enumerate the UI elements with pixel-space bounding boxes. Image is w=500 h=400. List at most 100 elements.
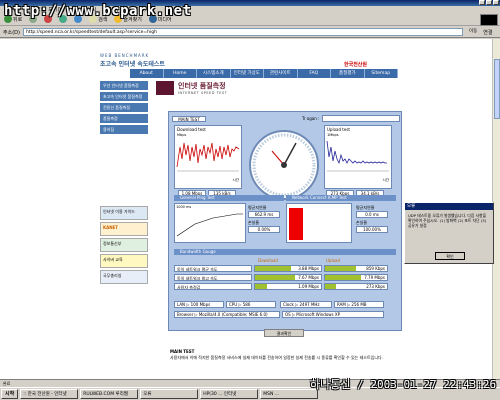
- clock-info: Clock ▷ 2497 MHz: [280, 301, 332, 308]
- upload-bar-fill: [325, 266, 356, 271]
- col-download: Download: [258, 258, 278, 263]
- upload-value: 273 Kbps: [366, 284, 385, 289]
- error-dialog: 오류 UDP 테스트중 오류가 발생했습니다. 다음 사항을 확인하여 주십시오…: [404, 202, 494, 264]
- dialog-text: UDP 테스트중 오류가 발생했습니다. 다음 사항을 확인하여 주십시오. (…: [408, 213, 487, 228]
- banner-education[interactable]: 사이버 교육: [100, 254, 148, 268]
- nav-quality[interactable]: 품질평가: [331, 69, 365, 78]
- lan-info: LAN ▷ 100 Mbps: [174, 301, 224, 308]
- nav-faq[interactable]: FAQ: [298, 69, 331, 78]
- ram-info: RAM ▷ 256 MB: [334, 301, 384, 308]
- download-value: 3.88 Mbps: [298, 266, 319, 271]
- upload-bar-fill: [325, 284, 336, 289]
- nav-about[interactable]: About: [130, 69, 164, 78]
- site-subtitle: WEB BENCHMARK: [100, 53, 150, 58]
- result-button[interactable]: 결과확인: [264, 329, 304, 337]
- download-value: 1.09 Mbps: [298, 284, 319, 289]
- section-title: 인터넷 품질측정: [178, 82, 226, 90]
- speed-gauge: [249, 130, 319, 200]
- upload-value: 859 Kbps: [366, 266, 385, 271]
- address-label: 주소(D): [3, 29, 20, 36]
- ping-avg: 662.9 ms: [248, 211, 280, 218]
- bandwidth-row: 동일 네트워크 최고 속도 7.67 Mbps 7.79 Mbps: [174, 274, 396, 281]
- address-input[interactable]: http://speed.nca.or.kr/speedtest/default…: [22, 28, 463, 36]
- task-item[interactable]: 오류: [140, 389, 199, 399]
- browser-info: Browser ▷ Mozilla/4.0 (Compatible; MSIE …: [174, 311, 280, 318]
- address-bar: 주소(D) http://speed.nca.or.kr/speedtest/d…: [0, 27, 500, 38]
- bandwidth-row: 동일 네트워크 평균 속도 3.88 Mbps 859 Kbps: [174, 265, 396, 272]
- download-chart: [176, 142, 240, 172]
- bandwidth-row-label: 사용자 측정값: [174, 283, 252, 290]
- banner-kanet[interactable]: KANET: [100, 222, 148, 236]
- upload-title: Upload test: [327, 127, 350, 132]
- banner-guide[interactable]: 인터넷 이용 가이드: [100, 206, 148, 220]
- nav-home[interactable]: Home: [164, 69, 197, 78]
- download-bar-fill: [255, 266, 291, 271]
- sidebar-item-measure[interactable]: 품질측정: [100, 114, 148, 123]
- sidebar-item-highspeed[interactable]: 초고속 인터넷 품질측정: [100, 92, 148, 101]
- upload-bar: 859 Kbps: [324, 265, 388, 272]
- section-subtitle: INTERNET SPEED TEST: [178, 91, 228, 95]
- upload-graph: Upload test 1Mbps 시간: [324, 125, 392, 189]
- nav-sitemap[interactable]: Sitemap: [365, 69, 398, 78]
- task-item[interactable]: :: 한국 전산원 - 인터넷: [20, 389, 79, 399]
- start-button[interactable]: 시작: [1, 389, 19, 399]
- nav-map[interactable]: 인터넷 가상도: [231, 69, 264, 78]
- windows-logo-icon: [480, 14, 498, 26]
- scroll-thumb[interactable]: [494, 59, 500, 119]
- col-upload: Upload: [326, 258, 341, 263]
- go-button[interactable]: 이동: [466, 28, 480, 36]
- general-ping-header: General Ping Test: [174, 195, 284, 201]
- download-bar-fill: [255, 275, 295, 280]
- kt-logo[interactable]: 한국전산원: [344, 61, 367, 68]
- ip-input[interactable]: [322, 115, 400, 122]
- general-ping-graph: 1000 ms: [174, 203, 246, 243]
- minimize-button[interactable]: [479, 0, 485, 5]
- upload-chart: [326, 140, 389, 172]
- download-graph: Download test Mbps 시간: [174, 125, 242, 189]
- os-info: OS ▷ Microsoft Windows XP: [282, 311, 384, 318]
- download-bar-fill: [255, 284, 267, 289]
- download-bar: 7.67 Mbps: [254, 274, 322, 281]
- sidebar-item-leased[interactable]: 전용선 품질측정: [100, 103, 148, 112]
- maximize-button[interactable]: [486, 0, 492, 5]
- bandwidth-row: 사용자 측정값 1.09 Mbps 273 Kbps: [174, 283, 396, 290]
- nav-system[interactable]: 시스템소개: [197, 69, 231, 78]
- network-ping-header: Network Connect ICMP Test: [286, 195, 396, 201]
- sidebar-item-internet[interactable]: 우선 인터넷 품질측정: [100, 81, 148, 90]
- sidebar-item-glossary[interactable]: 용어집: [100, 125, 148, 134]
- download-title: Download test: [177, 127, 206, 132]
- section-title-mark: [156, 81, 174, 95]
- banner-pm-office[interactable]: 국무총리실: [100, 270, 148, 284]
- upload-bar-fill: [325, 275, 361, 280]
- main-content: 인터넷 품질측정 INTERNET SPEED TEST: [156, 81, 396, 95]
- task-item[interactable]: RULWEB.COM 루리웹: [80, 389, 139, 399]
- ip-label: Tr ogan :: [302, 116, 320, 121]
- ping-chart: [176, 213, 243, 237]
- links-label[interactable]: 연결: [483, 29, 492, 36]
- site-title[interactable]: 초고속 인터넷 속도테스트: [100, 59, 165, 68]
- window-controls: [479, 0, 499, 5]
- watermark-top: http://www.bcpark.net: [4, 3, 192, 19]
- download-value: 7.67 Mbps: [298, 275, 319, 280]
- ping-loss: 0.00%: [248, 226, 280, 233]
- watermark-bottom: 하나통신 / 2003-01-27 22:43:26: [310, 378, 497, 391]
- upload-time-label: 시간: [382, 178, 389, 182]
- upload-bar: 7.79 Mbps: [324, 274, 388, 281]
- notes: MAIN TEST 사용자에서 이에 적지한 품질측정 서비스에 실제 데이터를…: [170, 349, 400, 361]
- bandwidth-header: Bandwidth Gauge: [174, 249, 396, 255]
- task-item[interactable]: HP(30 ... 인터넷: [200, 389, 259, 399]
- banner-mic[interactable]: 정보통신부: [100, 238, 148, 252]
- close-button[interactable]: [493, 0, 499, 5]
- bandwidth-row-label: 동일 네트워크 최고 속도: [174, 274, 252, 281]
- net-loss: 100.00%: [356, 226, 388, 233]
- tab-main-test[interactable]: MAIN TEST: [172, 116, 206, 122]
- upload-value: 7.79 Mbps: [364, 275, 385, 280]
- sidebar: 우선 인터넷 품질측정 초고속 인터넷 품질측정 전용선 품질측정 품질측정 용…: [100, 81, 148, 286]
- upload-bar: 273 Kbps: [324, 283, 388, 290]
- dialog-title: 오류: [405, 203, 493, 210]
- main-nav: About Home 시스템소개 인터넷 가상도 관련사이트 FAQ 품질평가 …: [130, 69, 398, 78]
- nav-related[interactable]: 관련사이트: [264, 69, 298, 78]
- dialog-ok-button[interactable]: 확인: [435, 252, 465, 260]
- cpu-info: CPU ▷ 586: [226, 301, 276, 308]
- download-time-label: 시간: [232, 178, 239, 182]
